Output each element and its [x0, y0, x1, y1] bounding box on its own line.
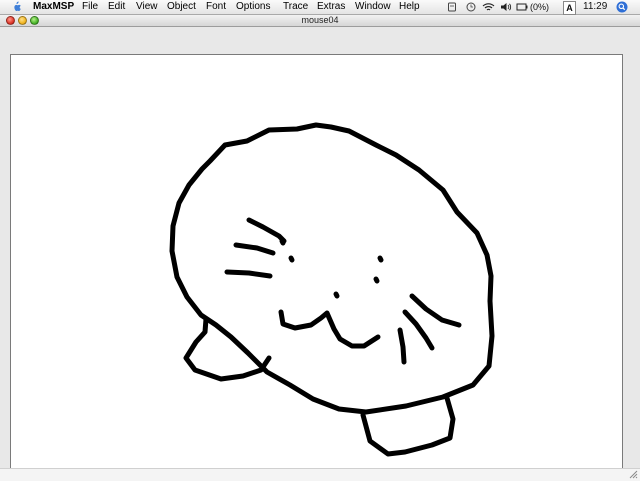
menu-app-name[interactable]: MaxMSP — [33, 0, 74, 14]
menu-help[interactable]: Help — [399, 0, 420, 14]
spotlight-icon[interactable] — [616, 1, 628, 13]
input-menu[interactable]: A — [563, 1, 576, 15]
menu-extras[interactable]: Extras — [317, 0, 345, 14]
battery-icon[interactable] — [516, 2, 528, 12]
window-title: mouse04 — [301, 15, 339, 25]
drawing-eye-dot-3 — [333, 291, 340, 299]
menu-trace[interactable]: Trace — [283, 0, 308, 14]
menu-view[interactable]: View — [136, 0, 158, 14]
menu-window[interactable]: Window — [355, 0, 391, 14]
volume-icon[interactable] — [500, 2, 513, 12]
drawing-whisker-right-3 — [397, 327, 407, 365]
drawing-eye-left — [288, 255, 295, 263]
zoom-button[interactable] — [30, 16, 39, 25]
menu-options[interactable]: Options — [236, 0, 270, 14]
battery-percent: (0%) — [530, 2, 550, 12]
menu-bar: MaxMSP File Edit View Object Font Option… — [0, 0, 640, 15]
menu-object[interactable]: Object — [167, 0, 196, 14]
drawing-whisker-right-2 — [402, 309, 435, 351]
drawing-eye-right — [377, 255, 384, 263]
drawing-eye-dot-1 — [279, 238, 286, 246]
window-titlebar[interactable]: mouse04 — [0, 15, 640, 27]
drawing-whisker-left-1 — [246, 217, 287, 244]
drawing-whisker-right-1 — [409, 293, 462, 328]
menu-clock[interactable]: 11:29 — [583, 0, 607, 14]
sync-icon[interactable] — [447, 2, 457, 12]
drawing-eye-dot-2 — [373, 276, 380, 284]
drawing-body-outline — [169, 122, 495, 415]
horizontal-scrollbar[interactable] — [0, 468, 640, 481]
drawing-canvas[interactable] — [10, 54, 623, 473]
drawing-mouth — [278, 309, 381, 349]
resize-grip-icon[interactable] — [628, 469, 638, 479]
window-content — [0, 27, 640, 481]
close-button[interactable] — [6, 16, 15, 25]
menu-font[interactable]: Font — [206, 0, 226, 14]
drawing-whisker-left-3 — [224, 269, 273, 279]
mouse-drawing — [169, 122, 495, 457]
apple-icon[interactable] — [10, 1, 22, 13]
clock-menu-icon[interactable] — [465, 2, 477, 12]
menu-file[interactable]: File — [82, 0, 98, 14]
drawing-whisker-left-2 — [233, 242, 276, 256]
minimize-button[interactable] — [18, 16, 27, 25]
patcher-window: mouse04 — [0, 15, 640, 481]
drawing-paw — [183, 316, 272, 382]
wifi-icon[interactable] — [482, 2, 495, 12]
menu-edit[interactable]: Edit — [108, 0, 125, 14]
